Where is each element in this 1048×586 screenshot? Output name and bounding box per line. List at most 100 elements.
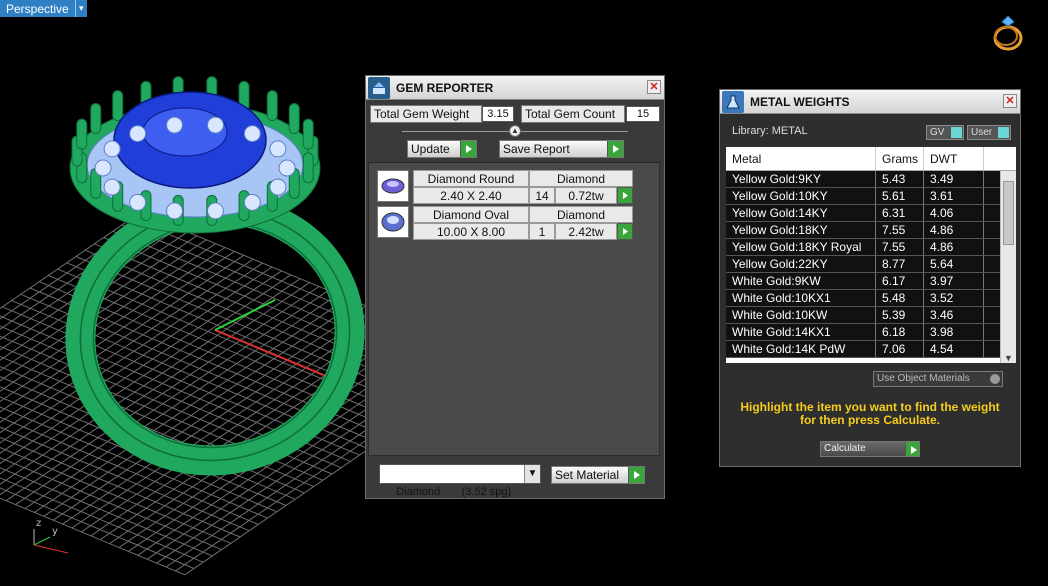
gem-count: 14 — [529, 187, 555, 204]
cell-metal: White Gold:9KW — [726, 273, 876, 289]
melee-stone — [243, 125, 261, 143]
metal-table-header: Metal Grams DWT — [726, 147, 1016, 171]
save-report-button-label: Save Report — [503, 142, 570, 156]
total-gem-weight-value: 3.15 — [482, 106, 514, 122]
gem-material: Diamond — [529, 206, 633, 223]
gem-name: Diamond Round — [413, 170, 529, 187]
cell-dwt: 3.49 — [924, 171, 984, 187]
toggle-icon[interactable] — [998, 127, 1009, 138]
gem-reporter-titlebar[interactable]: GEM REPORTER ✕ — [366, 76, 664, 100]
cell-dwt: 4.86 — [924, 222, 984, 238]
toggle-icon[interactable] — [951, 127, 962, 138]
cell-grams: 5.39 — [876, 307, 924, 323]
gem-row[interactable]: Diamond Oval Diamond 10.00 X 8.00 1 2.42… — [377, 206, 633, 240]
prong — [288, 103, 300, 135]
play-arrow-icon[interactable] — [460, 141, 476, 157]
play-arrow-icon[interactable] — [905, 442, 919, 456]
cell-metal: Yellow Gold:9KY — [726, 171, 876, 187]
column-header-metal[interactable]: Metal — [726, 147, 876, 170]
scrollbar-thumb[interactable] — [1003, 181, 1014, 245]
user-toggle[interactable]: User — [967, 125, 1011, 140]
cell-dwt: 4.86 — [924, 239, 984, 255]
cell-metal: White Gold:14K PdW — [726, 341, 876, 357]
total-gem-weight-label: Total Gem Weight — [370, 105, 482, 123]
cell-grams: 5.61 — [876, 188, 924, 204]
cell-dwt: 3.97 — [924, 273, 984, 289]
prong — [76, 118, 88, 150]
melee-stone — [243, 193, 261, 211]
prong — [90, 103, 102, 135]
cell-grams: 8.77 — [876, 256, 924, 272]
update-button-label: Update — [411, 142, 450, 156]
chevron-down-icon[interactable]: ▼ — [524, 465, 540, 483]
gem-row[interactable]: Diamond Round Diamond 2.40 X 2.40 14 0.7… — [377, 170, 633, 204]
cell-metal: White Gold:10KX1 — [726, 290, 876, 306]
ring-model[interactable] — [57, 76, 373, 486]
table-row[interactable]: Yellow Gold:9KY 5.43 3.49 — [726, 171, 1016, 188]
play-arrow-icon[interactable] — [617, 223, 633, 240]
cell-grams: 7.06 — [876, 341, 924, 357]
metal-table[interactable]: Metal Grams DWT Yellow Gold:9KY 5.43 3.49 Y… — [726, 147, 1016, 363]
table-row[interactable]: Yellow Gold:10KY 5.61 3.61 — [726, 188, 1016, 205]
collapse-toggle-icon[interactable]: ▲ — [509, 125, 521, 137]
material-select[interactable]: Diamond (3.52 spg) ▼ — [379, 464, 541, 498]
table-row[interactable]: Yellow Gold:14KY 6.31 4.06 — [726, 205, 1016, 222]
table-row[interactable]: White Gold:14K PdW 7.06 4.54 — [726, 341, 1016, 358]
view-mode-label[interactable]: Perspective — [0, 0, 75, 17]
play-arrow-icon[interactable] — [617, 187, 633, 204]
cell-dwt: 3.46 — [924, 307, 984, 323]
close-icon[interactable]: ✕ — [647, 80, 661, 94]
cell-dwt: 3.52 — [924, 290, 984, 306]
table-row[interactable]: Yellow Gold:18KY 7.55 4.86 — [726, 222, 1016, 239]
radio-icon[interactable] — [990, 374, 1000, 384]
gem-report-icon — [368, 76, 390, 99]
use-object-materials-toggle[interactable]: Use Object Materials — [873, 371, 1003, 387]
chevron-down-icon[interactable]: ▾ — [74, 0, 87, 17]
gem-size: 10.00 X 8.00 — [413, 223, 529, 240]
total-gem-count-value: 15 — [626, 106, 660, 122]
metal-weights-title: METAL WEIGHTS — [750, 94, 850, 109]
column-header-dwt[interactable]: DWT — [924, 147, 984, 170]
gem-weight: 0.72tw — [555, 187, 617, 204]
table-row[interactable]: Yellow Gold:22KY 8.77 5.64 — [726, 256, 1016, 273]
table-row[interactable]: White Gold:10KW 5.39 3.46 — [726, 307, 1016, 324]
cell-grams: 7.55 — [876, 222, 924, 238]
melee-stone — [103, 178, 121, 196]
column-header-grams[interactable]: Grams — [876, 147, 924, 170]
cell-metal: Yellow Gold:18KY Royal — [726, 239, 876, 255]
prong — [302, 118, 314, 150]
table-row[interactable]: Yellow Gold:18KY Royal 7.55 4.86 — [726, 239, 1016, 256]
melee-stone — [166, 116, 184, 134]
table-row[interactable]: White Gold:9KW 6.17 3.97 — [726, 273, 1016, 290]
set-material-button-label: Set Material — [555, 468, 620, 482]
calculate-button-label: Calculate — [824, 443, 866, 454]
close-icon[interactable]: ✕ — [1003, 94, 1017, 108]
play-arrow-icon[interactable] — [628, 467, 644, 483]
ring-logo-icon[interactable] — [986, 12, 1026, 52]
hint-line-2: for then press Calculate. — [799, 413, 941, 427]
cell-grams: 6.31 — [876, 205, 924, 221]
axis-y-label: y — [52, 526, 58, 537]
chevron-down-icon[interactable]: ▼ — [1004, 353, 1013, 363]
melee-stone — [103, 140, 121, 158]
cell-metal: Yellow Gold:14KY — [726, 205, 876, 221]
cell-metal: White Gold:14KX1 — [726, 324, 876, 340]
update-button[interactable]: Update — [407, 140, 477, 158]
set-material-button[interactable]: Set Material — [551, 466, 645, 484]
metal-weights-titlebar[interactable]: METAL WEIGHTS ✕ — [720, 90, 1020, 114]
view-mode-tab[interactable]: Perspective ▾ — [0, 0, 87, 17]
calculate-button[interactable]: Calculate — [820, 441, 920, 457]
gem-size: 2.40 X 2.40 — [413, 187, 529, 204]
table-row[interactable]: White Gold:14KX1 6.18 3.98 — [726, 324, 1016, 341]
cell-dwt: 3.98 — [924, 324, 984, 340]
scrollbar[interactable]: ▼ — [1000, 171, 1016, 363]
prong — [112, 90, 124, 122]
gv-toggle[interactable]: GV — [926, 125, 964, 140]
play-arrow-icon[interactable] — [607, 141, 623, 157]
melee-stone — [206, 202, 224, 220]
save-report-button[interactable]: Save Report — [499, 140, 624, 158]
table-row[interactable]: White Gold:10KX1 5.48 3.52 — [726, 290, 1016, 307]
library-label: Library: METAL — [732, 125, 808, 137]
metal-table-body: Yellow Gold:9KY 5.43 3.49 Yellow Gold:10KY 5… — [726, 171, 1016, 358]
cell-grams: 5.48 — [876, 290, 924, 306]
